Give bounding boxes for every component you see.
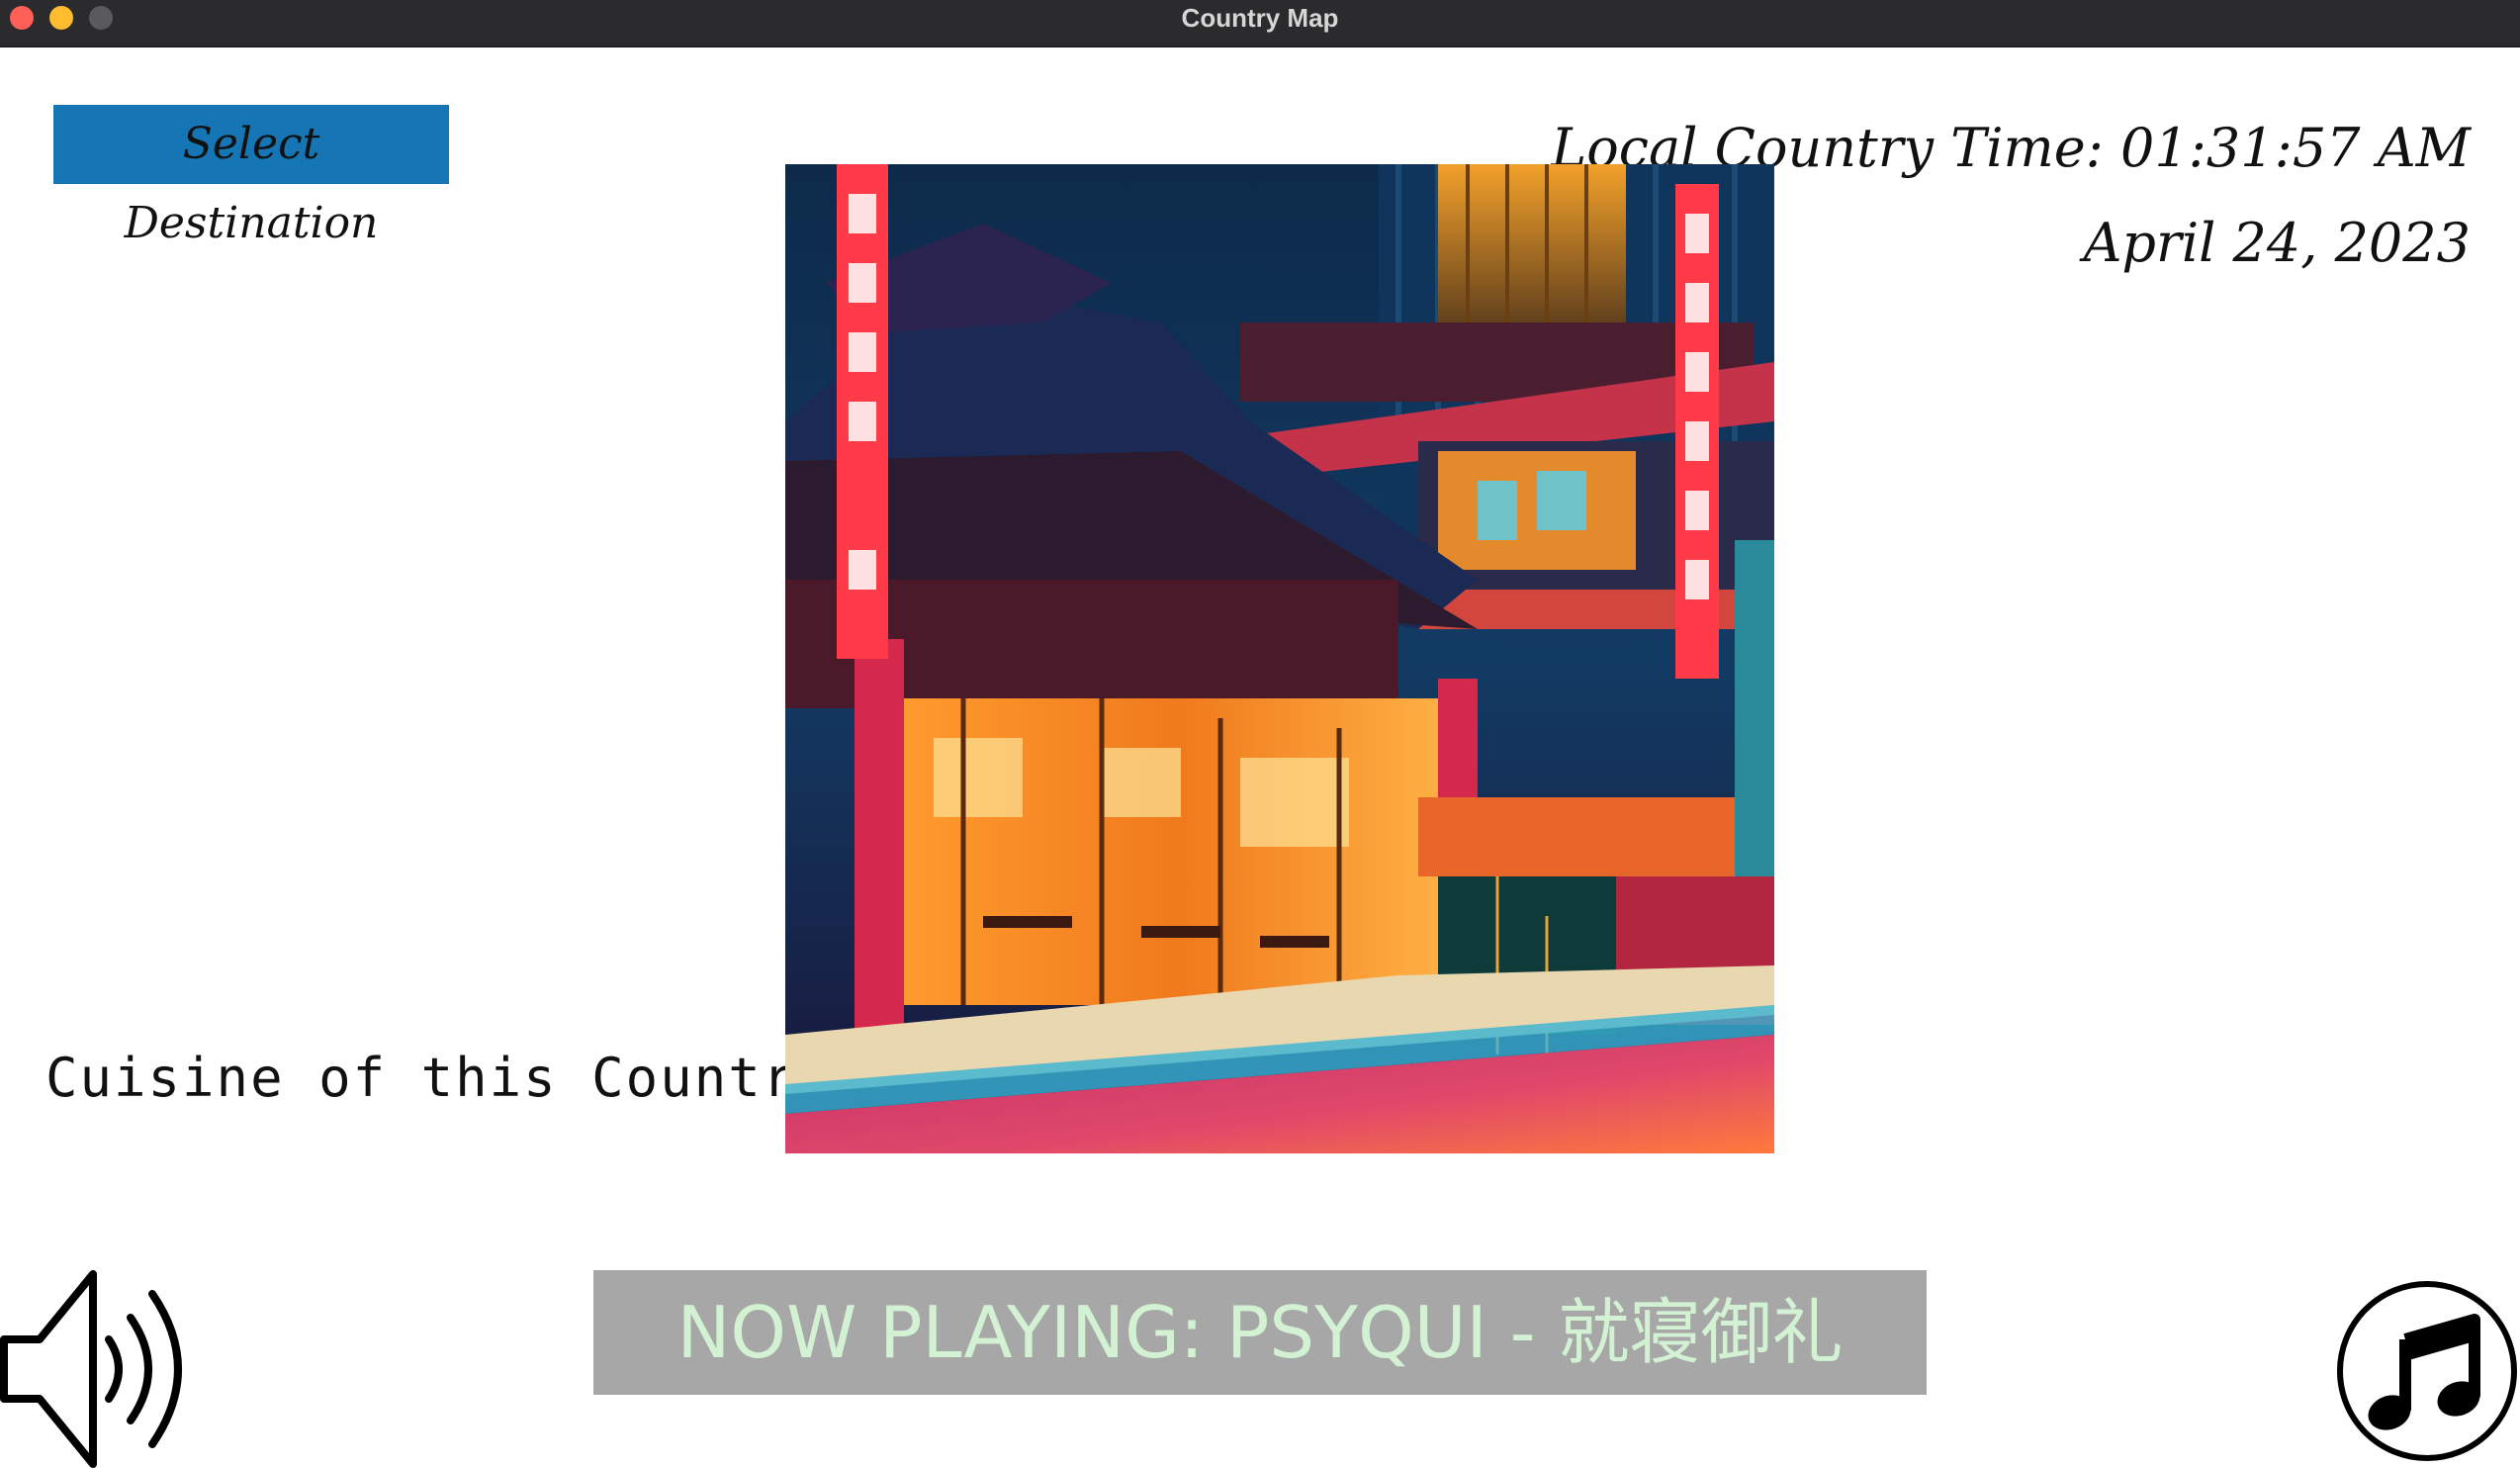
music-note-icon[interactable] — [2336, 1280, 2518, 1462]
app-window: Country Map Select Destination Local Cou… — [0, 0, 2520, 1468]
speaker-icon[interactable] — [0, 1270, 198, 1468]
now-playing-banner: NOW PLAYING: PSYQUI - 就寝御礼 — [593, 1270, 1927, 1395]
city-street-night-image — [785, 164, 1774, 1153]
title-bar: Country Map — [0, 0, 2520, 47]
cuisine-label: Cuisine of this Country — [45, 1047, 831, 1109]
select-destination-button[interactable]: Select Destination — [53, 105, 449, 248]
local-date-label: April 24, 2023 — [2083, 212, 2471, 274]
window-title: Country Map — [1181, 3, 1339, 33]
